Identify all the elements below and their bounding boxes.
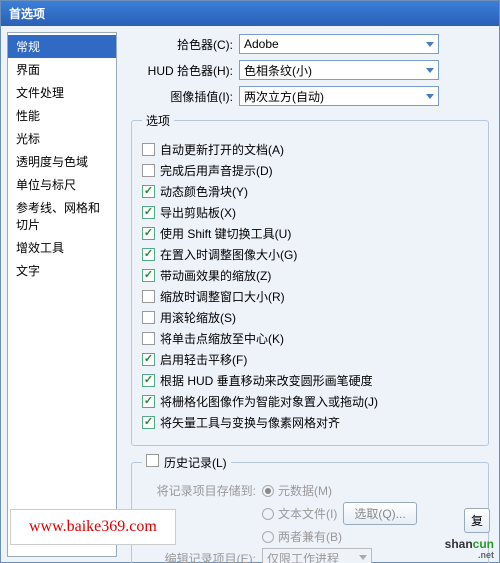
option-label: 启用轻击平移(F) — [160, 351, 247, 368]
option-row: 缩放时调整窗口大小(R) — [142, 288, 478, 305]
image-interp-label: 图像插值(I): — [131, 88, 239, 105]
option-checkbox-11[interactable] — [142, 374, 155, 387]
hud-picker-select[interactable]: 色相条纹(小) — [239, 60, 439, 80]
edit-items-label: 编辑记录项目(E): — [152, 550, 262, 563]
history-saveto-label: 将记录项目存储到: — [152, 482, 262, 499]
choose-button: 选取(Q)... — [343, 502, 416, 525]
sidebar-item-plugins[interactable]: 增效工具 — [8, 236, 116, 259]
color-picker-select[interactable]: Adobe — [239, 34, 439, 54]
option-label: 完成后用声音提示(D) — [160, 162, 273, 179]
radio-textfile-label: 文本文件(I) — [278, 505, 337, 522]
option-row: 启用轻击平移(F) — [142, 351, 478, 368]
option-checkbox-7[interactable] — [142, 290, 155, 303]
option-label: 用滚轮缩放(S) — [160, 309, 236, 326]
radio-textfile — [262, 508, 274, 520]
option-label: 将栅格化图像作为智能对象置入或拖动(J) — [160, 393, 378, 410]
option-row: 在置入时调整图像大小(G) — [142, 246, 478, 263]
edit-items-select: 仅限工作进程 — [262, 548, 372, 563]
option-checkbox-4[interactable] — [142, 227, 155, 240]
option-checkbox-6[interactable] — [142, 269, 155, 282]
reset-button[interactable]: 复 — [464, 508, 490, 533]
option-label: 根据 HUD 垂直移动来改变圆形画笔硬度 — [160, 372, 373, 389]
option-label: 带动画效果的缩放(Z) — [160, 267, 271, 284]
radio-both-label: 两者兼有(B) — [278, 528, 342, 545]
option-checkbox-12[interactable] — [142, 395, 155, 408]
sidebar-item-filehandling[interactable]: 文件处理 — [8, 81, 116, 104]
content: 常规 界面 文件处理 性能 光标 透明度与色域 单位与标尺 参考线、网格和切片 … — [1, 26, 499, 563]
option-row: 完成后用声音提示(D) — [142, 162, 478, 179]
option-row: 动态颜色滑块(Y) — [142, 183, 478, 200]
option-checkbox-3[interactable] — [142, 206, 155, 219]
sidebar-item-units[interactable]: 单位与标尺 — [8, 173, 116, 196]
option-label: 将单击点缩放至中心(K) — [160, 330, 284, 347]
option-checkbox-13[interactable] — [142, 416, 155, 429]
options-legend: 选项 — [142, 112, 174, 129]
option-row: 根据 HUD 垂直移动来改变圆形画笔硬度 — [142, 372, 478, 389]
option-row: 自动更新打开的文档(A) — [142, 141, 478, 158]
hud-picker-label: HUD 拾色器(H): — [131, 62, 239, 79]
option-checkbox-5[interactable] — [142, 248, 155, 261]
sidebar-item-performance[interactable]: 性能 — [8, 104, 116, 127]
option-row: 将栅格化图像作为智能对象置入或拖动(J) — [142, 393, 478, 410]
history-checkbox[interactable] — [146, 454, 159, 467]
option-row: 将矢量工具与变换与像素网格对齐 — [142, 414, 478, 431]
option-label: 缩放时调整窗口大小(R) — [160, 288, 285, 305]
option-checkbox-2[interactable] — [142, 185, 155, 198]
option-label: 使用 Shift 键切换工具(U) — [160, 225, 291, 242]
history-fieldset: 历史记录(L) 将记录项目存储到: 元数据(M) 文本文件(I) 选取(Q)..… — [131, 454, 489, 563]
watermark-baike: www.baike369.com — [10, 509, 176, 545]
option-label: 在置入时调整图像大小(G) — [160, 246, 297, 263]
titlebar: 首选项 — [1, 1, 499, 26]
preferences-window: 首选项 常规 界面 文件处理 性能 光标 透明度与色域 单位与标尺 参考线、网格… — [0, 0, 500, 563]
sidebar-item-general[interactable]: 常规 — [8, 35, 116, 58]
color-picker-label: 拾色器(C): — [131, 36, 239, 53]
option-label: 将矢量工具与变换与像素网格对齐 — [160, 414, 340, 431]
history-legend: 历史记录(L) — [142, 454, 231, 471]
option-row: 将单击点缩放至中心(K) — [142, 330, 478, 347]
option-row: 用滚轮缩放(S) — [142, 309, 478, 326]
option-label: 动态颜色滑块(Y) — [160, 183, 248, 200]
option-checkbox-9[interactable] — [142, 332, 155, 345]
sidebar-item-type[interactable]: 文字 — [8, 259, 116, 282]
radio-metadata-label: 元数据(M) — [278, 482, 332, 499]
window-title: 首选项 — [9, 5, 45, 22]
radio-metadata — [262, 485, 274, 497]
options-fieldset: 选项 自动更新打开的文档(A) 完成后用声音提示(D) 动态颜色滑块(Y) 导出剪贴板… — [131, 112, 489, 446]
radio-both — [262, 531, 274, 543]
option-row: 导出剪贴板(X) — [142, 204, 478, 221]
main-panel: 拾色器(C): Adobe HUD 拾色器(H): 色相条纹(小) 图像插值(I… — [117, 26, 499, 563]
watermark-shancun: shancun .net — [445, 532, 494, 558]
sidebar-item-guides[interactable]: 参考线、网格和切片 — [8, 196, 116, 236]
option-label: 导出剪贴板(X) — [160, 204, 236, 221]
option-label: 自动更新打开的文档(A) — [160, 141, 284, 158]
sidebar-item-cursors[interactable]: 光标 — [8, 127, 116, 150]
option-checkbox-8[interactable] — [142, 311, 155, 324]
sidebar-item-transparency[interactable]: 透明度与色域 — [8, 150, 116, 173]
option-checkbox-10[interactable] — [142, 353, 155, 366]
sidebar: 常规 界面 文件处理 性能 光标 透明度与色域 单位与标尺 参考线、网格和切片 … — [7, 32, 117, 557]
sidebar-item-interface[interactable]: 界面 — [8, 58, 116, 81]
option-checkbox-0[interactable] — [142, 143, 155, 156]
image-interp-select[interactable]: 两次立方(自动) — [239, 86, 439, 106]
option-row: 使用 Shift 键切换工具(U) — [142, 225, 478, 242]
option-checkbox-1[interactable] — [142, 164, 155, 177]
option-row: 带动画效果的缩放(Z) — [142, 267, 478, 284]
